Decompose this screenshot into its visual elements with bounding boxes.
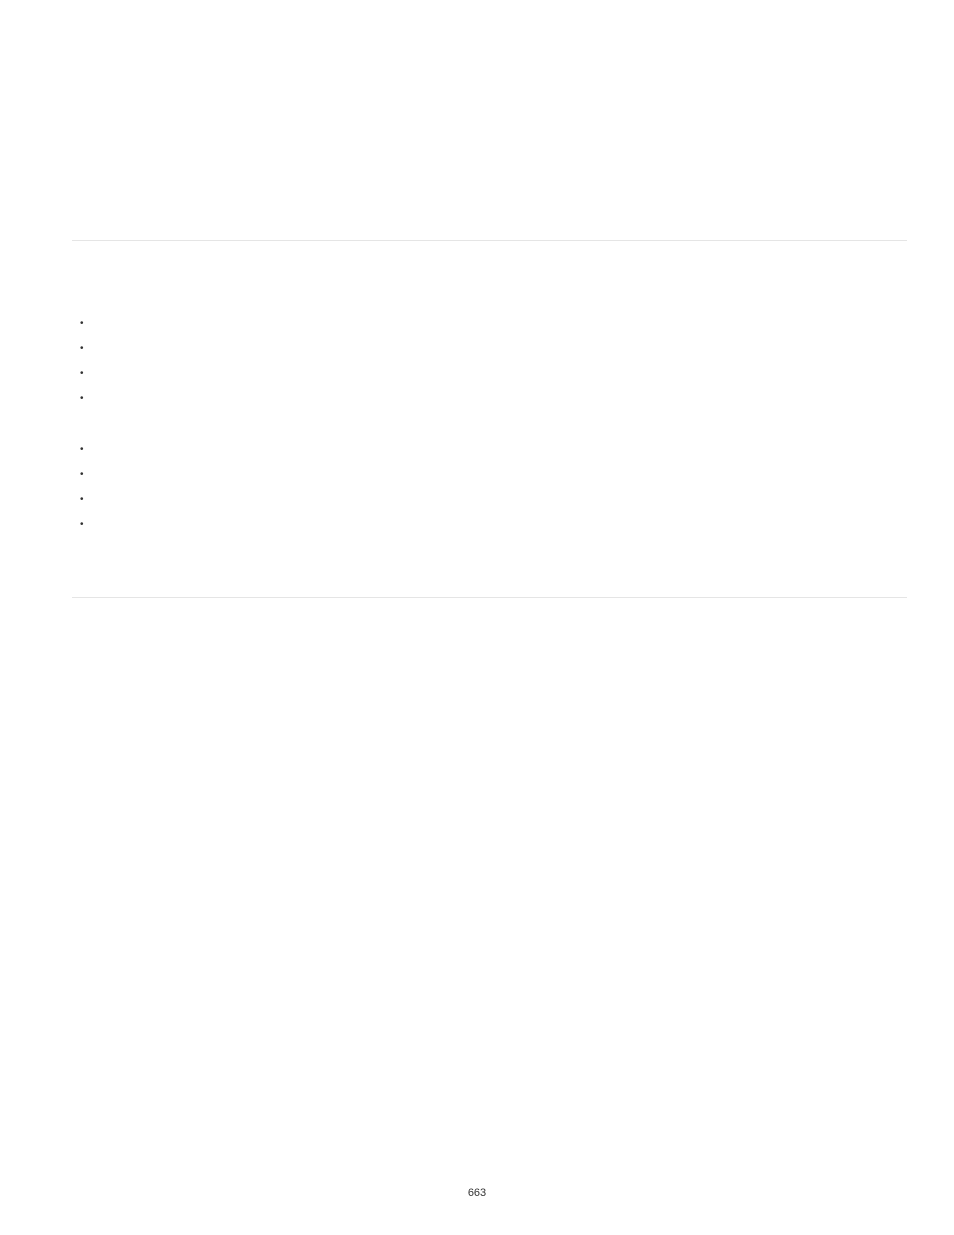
bullet-list bbox=[72, 311, 907, 411]
page-number: 663 bbox=[0, 1187, 954, 1199]
list-item bbox=[80, 437, 907, 462]
bullet-list-2 bbox=[72, 437, 907, 537]
list-item bbox=[80, 462, 907, 487]
document-content bbox=[72, 240, 907, 598]
list-item bbox=[80, 487, 907, 512]
bullet-section bbox=[72, 241, 907, 557]
list-item bbox=[80, 512, 907, 537]
list-item bbox=[80, 336, 907, 361]
list-gap bbox=[72, 411, 907, 437]
bottom-divider bbox=[72, 597, 907, 598]
list-item bbox=[80, 311, 907, 336]
list-item bbox=[80, 386, 907, 411]
list-item bbox=[80, 361, 907, 386]
